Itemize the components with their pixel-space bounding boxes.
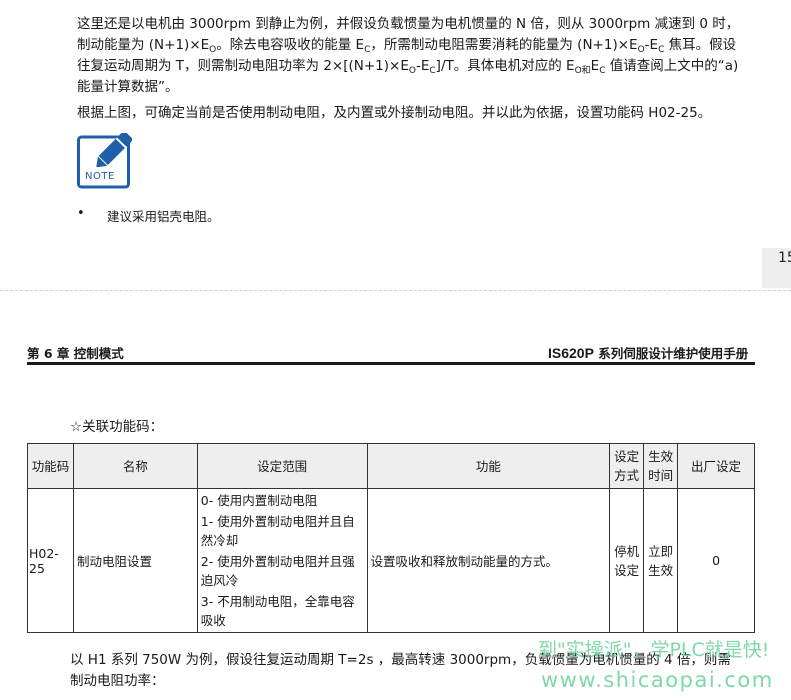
cell-default: 0	[677, 488, 755, 633]
table-row: H02-25 制动电阻设置 0- 使用内置制动电阻 1- 使用外置制动电阻并且自…	[27, 488, 755, 633]
page-number: 15	[778, 250, 791, 266]
page-separator	[0, 290, 791, 294]
cell-code: H02-25	[27, 488, 74, 633]
watermark-url: www.shicaopai.com	[541, 668, 774, 692]
range-option: 0- 使用内置制动电阻	[200, 493, 318, 508]
related-codes-title: ☆关联功能码：	[70, 419, 164, 435]
watermark-slogan: 到"实操派"，学PLC就是快!	[538, 639, 770, 661]
table-header-row: 功能码 名称 设定范围 功能 设定 方式 生效 时间 出厂设定	[27, 443, 755, 489]
note-label: NOTE	[85, 171, 115, 182]
cell-function: 设置吸收和释放制动能量的方式。	[366, 488, 611, 633]
pencil-note-icon: NOTE	[77, 130, 134, 189]
top-paragraph-line-4: 能量计算数据”。	[77, 79, 179, 95]
top-paragraph: 这里还是以电机由 3000rpm 到静止为例，并假设负载惯量为电机惯量的 N 倍…	[77, 14, 767, 98]
parameter-table: 功能码 名称 设定范围 功能 设定 方式 生效 时间 出厂设定 H02-25 制动电…	[27, 443, 755, 633]
header-default: 出厂设定	[677, 443, 755, 489]
bullet-text: 建议采用铝壳电阻。	[107, 209, 220, 224]
top-paragraph-line-3: 往复运动周期为 T，则需制动电阻功率为 2×[(N+1)×EO-EC]/T。具体…	[77, 58, 739, 76]
cell-setting-method: 停机 设定	[609, 488, 645, 633]
header-code: 功能码	[27, 443, 74, 489]
manual-title-model: IS620P	[548, 345, 594, 361]
bullet-marker: •	[77, 206, 85, 221]
range-option: 3- 不用制动电阻，全靠电容吸收	[200, 594, 355, 628]
range-option: 2- 使用外置制动电阻并且强迫风冷	[200, 554, 355, 588]
cell-range: 0- 使用内置制动电阻 1- 使用外置制动电阻并且自然冷却 2- 使用外置制动电…	[196, 488, 368, 633]
page-number-tab: 15	[762, 248, 791, 288]
header-rule	[27, 362, 755, 365]
manual-title-header: IS620P 系列伺服设计维护使用手册	[548, 343, 748, 362]
header-name: 名称	[72, 443, 198, 489]
cell-name: 制动电阻设置	[72, 488, 198, 633]
header-effective-time: 生效 时间	[643, 443, 679, 489]
header-setting-method: 设定 方式	[609, 443, 645, 489]
top-paragraph-line-2: 制动能量为 (N+1)×EO。除去电容吸收的能量 EC，所需制动电阻需要消耗的能…	[77, 37, 737, 55]
range-option: 1- 使用外置制动电阻并且自然冷却	[200, 514, 355, 548]
chapter-header: 第 6 章 控制模式	[27, 346, 124, 361]
paragraph-select-resistor: 根据上图，可确定当前是否使用制动电阻，及内置或外接制动电阻。并以此为依据，设置功…	[77, 105, 712, 121]
top-paragraph-line-1: 这里还是以电机由 3000rpm 到静止为例，并假设负载惯量为电机惯量的 N 倍…	[77, 16, 740, 32]
header-function: 功能	[366, 443, 611, 489]
cell-effective-time: 立即 生效	[643, 488, 679, 633]
manual-title-rest: 系列伺服设计维护使用手册	[593, 346, 749, 361]
header-range: 设定范围	[196, 443, 368, 489]
